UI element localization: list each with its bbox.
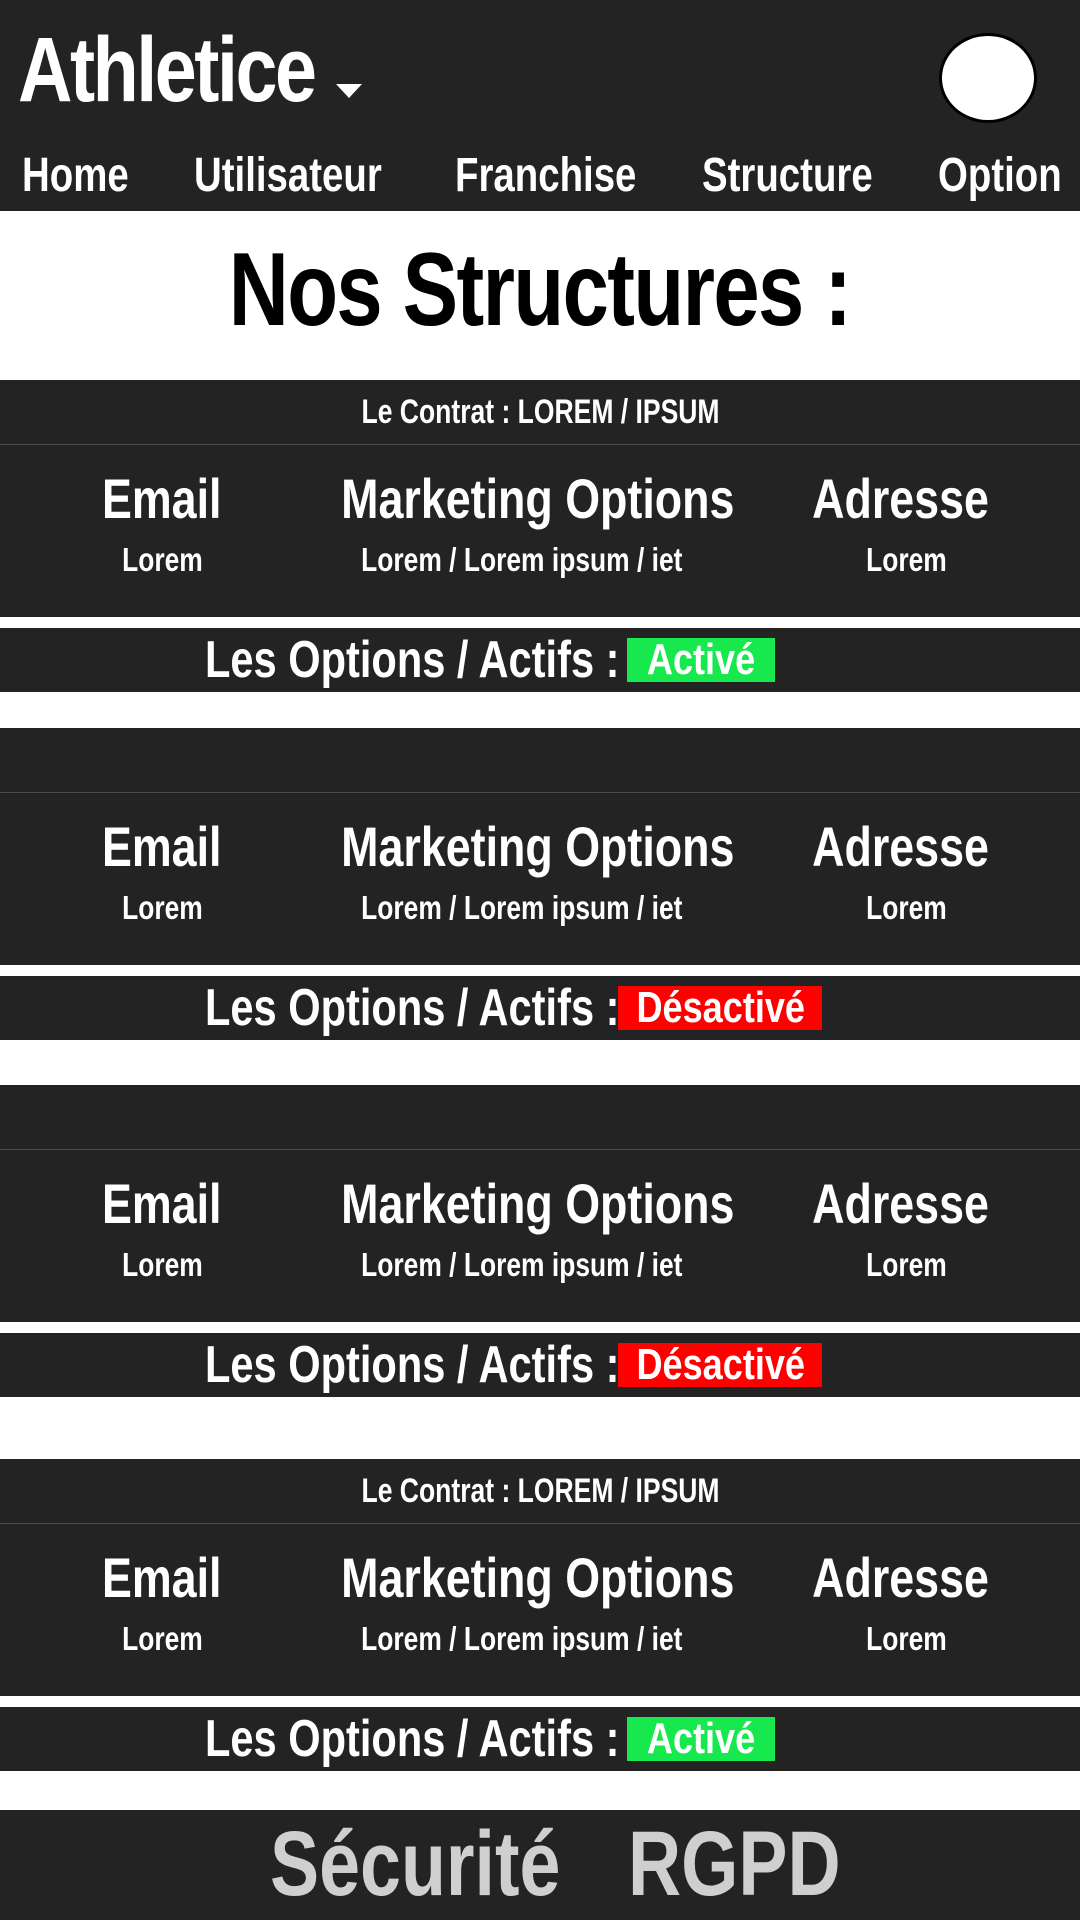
- adresse-header: Adresse: [812, 1172, 989, 1235]
- email-header: Email: [102, 1546, 222, 1609]
- email-column: Email Lorem: [62, 1459, 262, 1696]
- adresse-column: Adresse Lorem: [790, 1085, 1010, 1322]
- app-header: Athletice Home Utilisateur Franchise Str…: [0, 0, 1080, 211]
- footer-link-securite[interactable]: Sécurité: [270, 1814, 560, 1914]
- email-value: Lorem: [121, 889, 203, 926]
- structure-card-info: Le Contrat : LOREM / IPSUM Email Lorem M…: [0, 380, 1080, 617]
- nav-utilisateur[interactable]: Utilisateur: [194, 146, 382, 206]
- status-text: Désactivé: [636, 1340, 805, 1389]
- marketing-column: Marketing Options Lorem / Lorem ipsum / …: [292, 728, 735, 965]
- email-value: Lorem: [121, 1620, 203, 1657]
- adresse-column: Adresse Lorem: [790, 1459, 1010, 1696]
- status-badge-inactive[interactable]: Désactivé: [618, 986, 822, 1030]
- adresse-header: Adresse: [812, 1546, 989, 1609]
- adresse-column: Adresse Lorem: [790, 728, 1010, 965]
- nav-option[interactable]: Option: [938, 146, 1062, 206]
- marketing-value: Lorem / Lorem ipsum / iet: [361, 889, 683, 926]
- marketing-value: Lorem / Lorem ipsum / iet: [361, 541, 683, 578]
- page-title: Nos Structures :: [0, 230, 1080, 350]
- adresse-column: Adresse Lorem: [790, 380, 1010, 617]
- structure-card-info: Email Lorem Marketing Options Lorem / Lo…: [0, 728, 1080, 965]
- nav-home[interactable]: Home: [22, 146, 129, 206]
- page-title-text: Nos Structures :: [229, 232, 852, 348]
- options-label: Les Options / Actifs :: [205, 979, 620, 1037]
- marketing-header: Marketing Options: [341, 1172, 735, 1235]
- email-value: Lorem: [121, 541, 203, 578]
- email-column: Email Lorem: [62, 728, 262, 965]
- email-header: Email: [102, 815, 222, 878]
- adresse-value: Lorem: [865, 541, 947, 578]
- email-value: Lorem: [121, 1246, 203, 1283]
- status-badge-inactive[interactable]: Désactivé: [618, 1343, 822, 1387]
- marketing-header: Marketing Options: [341, 1546, 735, 1609]
- nav-structure[interactable]: Structure: [702, 146, 873, 206]
- email-column: Email Lorem: [62, 380, 262, 617]
- status-text: Activé: [646, 1714, 756, 1763]
- email-header: Email: [102, 1172, 222, 1235]
- status-text: Activé: [646, 635, 756, 684]
- adresse-header: Adresse: [812, 815, 989, 878]
- marketing-header: Marketing Options: [341, 467, 735, 530]
- footer: Sécurité RGPD: [0, 1810, 1080, 1920]
- structure-card-info: Le Contrat : LOREM / IPSUM Email Lorem M…: [0, 1459, 1080, 1696]
- nav-franchise[interactable]: Franchise: [455, 146, 636, 206]
- marketing-header: Marketing Options: [341, 815, 735, 878]
- options-label: Les Options / Actifs :: [205, 1336, 620, 1394]
- options-row: Les Options / Actifs : Désactivé: [0, 976, 1080, 1040]
- marketing-column: Marketing Options Lorem / Lorem ipsum / …: [292, 1085, 735, 1322]
- adresse-value: Lorem: [865, 1246, 947, 1283]
- options-label: Les Options / Actifs :: [205, 1710, 620, 1768]
- options-row: Les Options / Actifs : Désactivé: [0, 1333, 1080, 1397]
- options-label: Les Options / Actifs :: [205, 631, 620, 689]
- status-text: Désactivé: [636, 983, 805, 1032]
- marketing-value: Lorem / Lorem ipsum / iet: [361, 1620, 683, 1657]
- chevron-down-icon[interactable]: [336, 84, 362, 98]
- structure-card-info: Email Lorem Marketing Options Lorem / Lo…: [0, 1085, 1080, 1322]
- options-row: Les Options / Actifs : Activé: [0, 628, 1080, 692]
- marketing-column: Marketing Options Lorem / Lorem ipsum / …: [292, 1459, 735, 1696]
- app-title[interactable]: Athletice: [18, 20, 317, 120]
- email-header: Email: [102, 467, 222, 530]
- adresse-value: Lorem: [865, 1620, 947, 1657]
- footer-link-rgpd[interactable]: RGPD: [628, 1814, 841, 1914]
- options-row: Les Options / Actifs : Activé: [0, 1707, 1080, 1771]
- adresse-header: Adresse: [812, 467, 989, 530]
- marketing-value: Lorem / Lorem ipsum / iet: [361, 1246, 683, 1283]
- adresse-value: Lorem: [865, 889, 947, 926]
- status-badge-active[interactable]: Activé: [627, 638, 775, 682]
- avatar[interactable]: [939, 33, 1037, 123]
- marketing-column: Marketing Options Lorem / Lorem ipsum / …: [292, 380, 735, 617]
- email-column: Email Lorem: [62, 1085, 262, 1322]
- status-badge-active[interactable]: Activé: [627, 1717, 775, 1761]
